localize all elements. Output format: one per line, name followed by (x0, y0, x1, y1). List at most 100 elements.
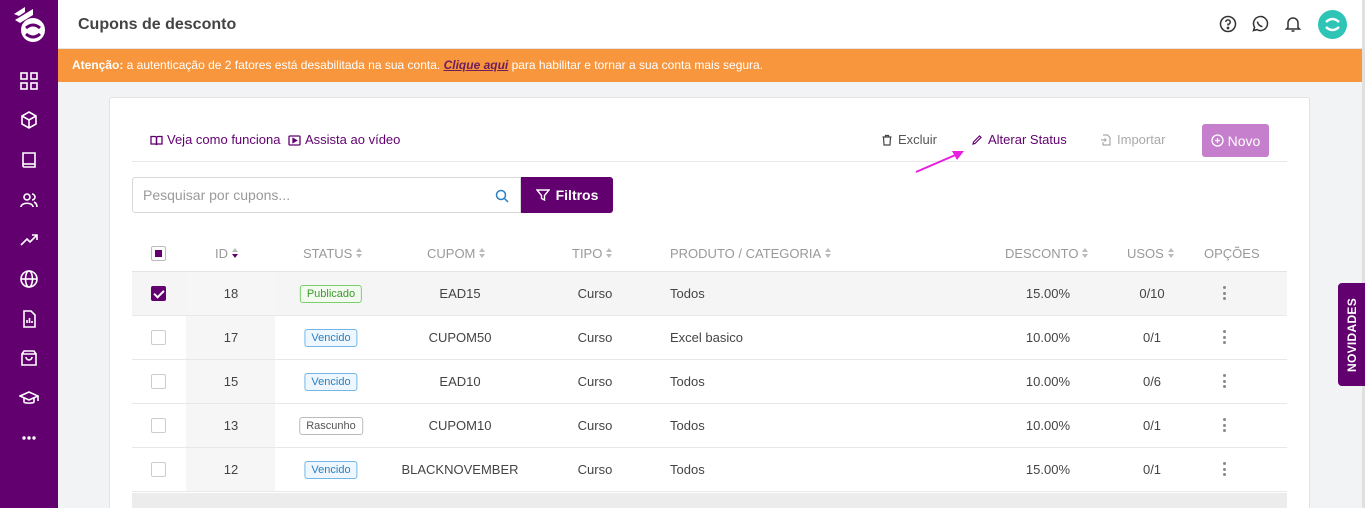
col-status-label: STATUS (303, 246, 353, 261)
col-uses-label: USOS (1127, 246, 1164, 261)
row-checkbox[interactable] (151, 286, 166, 301)
table-row[interactable]: 12 Vencido BLACKNOVEMBER Curso Todos 15.… (132, 448, 1287, 492)
coupon-id: 12 (223, 462, 239, 477)
row-options-icon[interactable] (1220, 416, 1230, 434)
coupon-uses: 0/10 (1139, 286, 1165, 301)
select-all-checkbox[interactable] (151, 246, 166, 261)
new-label: Novo (1227, 132, 1261, 149)
table-row[interactable]: 13 Rascunho CUPOM10 Curso Todos 10.00% 0… (132, 404, 1287, 448)
row-checkbox[interactable] (151, 374, 166, 389)
table-row[interactable]: 17 Vencido CUPOM50 Curso Excel basico 10… (132, 316, 1287, 360)
news-side-tab[interactable]: NOVIDADES (1338, 283, 1365, 386)
sort-icon (825, 248, 832, 259)
coupon-type: Curso (577, 330, 613, 345)
col-id-label: ID (215, 246, 228, 261)
row-options-icon[interactable] (1220, 284, 1230, 302)
trending-up-icon[interactable] (19, 230, 39, 250)
avatar[interactable] (1318, 10, 1347, 39)
row-checkbox[interactable] (151, 330, 166, 345)
col-uses[interactable]: USOS (1127, 246, 1175, 261)
coupon-code: CUPOM10 (428, 418, 492, 433)
document-icon[interactable] (19, 309, 39, 329)
coupon-uses: 0/1 (1142, 330, 1162, 345)
plus-circle-icon (1211, 134, 1224, 147)
filters-button[interactable]: Filtros (521, 177, 613, 213)
row-options-icon[interactable] (1220, 328, 1230, 346)
help-icon[interactable] (1219, 15, 1237, 33)
table-row[interactable]: 18 Publicado EAD15 Curso Todos 15.00% 0/… (132, 272, 1287, 316)
annotation-arrow-icon (915, 151, 964, 173)
sort-icon (1167, 248, 1175, 259)
col-status[interactable]: STATUS (303, 246, 363, 261)
status-badge: Rascunho (299, 417, 363, 435)
sidebar (0, 0, 58, 508)
pencil-icon (972, 135, 982, 145)
sort-icon (232, 248, 239, 259)
new-coupon-button[interactable]: Novo (1202, 124, 1269, 157)
shopping-bag-icon[interactable] (19, 348, 39, 368)
coupon-id: 18 (223, 286, 239, 301)
more-icon[interactable] (19, 428, 39, 448)
col-discount[interactable]: DESCONTO (1005, 246, 1089, 261)
coupon-id: 13 (223, 418, 239, 433)
col-options-label: OPÇÕES (1204, 246, 1260, 261)
sort-icon (356, 248, 363, 259)
import-file-icon (1101, 134, 1111, 146)
col-product[interactable]: PRODUTO / CATEGORIA (670, 246, 832, 261)
users-icon[interactable] (19, 190, 39, 210)
coupon-product: Todos (670, 374, 705, 389)
import-button[interactable]: Importar (1100, 133, 1165, 147)
coupon-discount: 10.00% (1025, 374, 1070, 389)
row-options-icon[interactable] (1220, 372, 1230, 390)
coupon-discount: 15.00% (1025, 286, 1070, 301)
coupon-id: 17 (223, 330, 239, 345)
alert-enable-link[interactable]: Clique aqui (444, 58, 509, 72)
coupon-code: EAD10 (439, 374, 481, 389)
change-status-button[interactable]: Alterar Status (971, 133, 1067, 147)
status-badge: Vencido (304, 329, 358, 347)
col-type-label: TIPO (572, 246, 603, 261)
watch-video-link[interactable]: Assista ao vídeo (288, 133, 400, 147)
col-options: OPÇÕES (1204, 246, 1260, 261)
coupon-discount: 15.00% (1025, 462, 1070, 477)
row-checkbox[interactable] (151, 462, 166, 477)
bell-icon[interactable] (1284, 15, 1302, 33)
news-side-tab-label: NOVIDADES (1344, 297, 1359, 372)
col-type[interactable]: TIPO (572, 246, 613, 261)
row-checkbox[interactable] (151, 418, 166, 433)
coupon-product: Todos (670, 462, 705, 477)
trash-icon (882, 134, 892, 146)
coupon-discount: 10.00% (1025, 330, 1070, 345)
coupon-uses: 0/6 (1142, 374, 1162, 389)
row-options-icon[interactable] (1220, 460, 1230, 478)
coupon-id: 15 (223, 374, 239, 389)
whatsapp-icon[interactable] (1251, 15, 1269, 33)
graduation-cap-icon[interactable] (18, 388, 40, 408)
brand-logo-icon[interactable] (9, 4, 51, 46)
delete-button[interactable]: Excluir (881, 133, 937, 147)
sort-icon (479, 248, 486, 259)
globe-icon[interactable] (19, 269, 39, 289)
delete-label: Excluir (898, 132, 938, 147)
coupon-type: Curso (577, 462, 613, 477)
book-icon[interactable] (19, 150, 39, 170)
col-coupon[interactable]: CUPOM (427, 246, 486, 261)
coupon-type: Curso (577, 374, 613, 389)
watch-video-label: Assista ao vídeo (305, 132, 401, 147)
coupon-code: EAD15 (439, 286, 481, 301)
dashboard-icon[interactable] (19, 71, 39, 91)
open-book-icon (150, 135, 163, 145)
table-row[interactable]: 15 Vencido EAD10 Curso Todos 10.00% 0/6 (132, 360, 1287, 404)
alert-prefix: Atenção: (72, 58, 124, 72)
search-icon[interactable] (495, 189, 509, 203)
how-it-works-link[interactable]: Veja como funciona (150, 133, 280, 147)
col-id[interactable]: ID (215, 246, 239, 261)
coupon-product: Excel basico (670, 330, 743, 345)
page-title: Cupons de desconto (78, 16, 237, 33)
search-input[interactable] (133, 178, 473, 212)
box-icon[interactable] (19, 110, 39, 130)
coupon-code: CUPOM50 (428, 330, 492, 345)
alert-text: a autenticação de 2 fatores está desabil… (123, 58, 444, 72)
sort-icon (606, 248, 613, 259)
search-box (132, 177, 521, 213)
